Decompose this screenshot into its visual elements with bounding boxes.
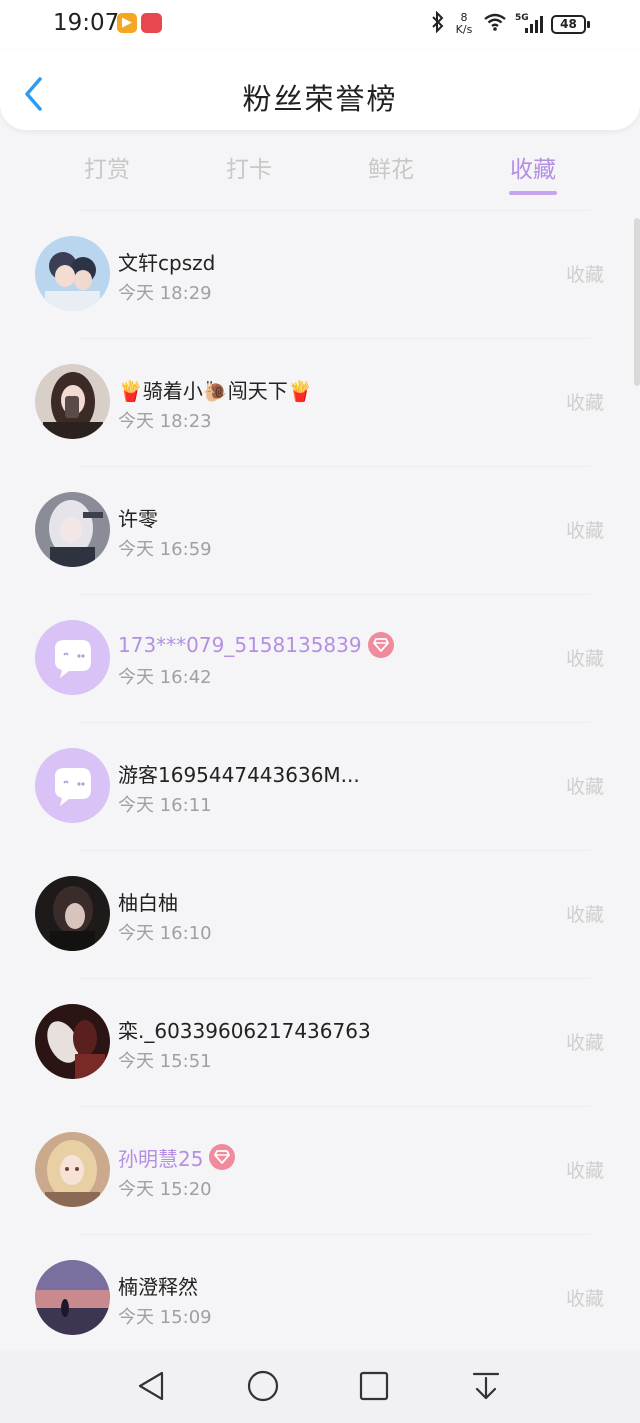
tab-checkin[interactable]: 打卡	[178, 150, 320, 184]
fan-name-line: 许零	[118, 503, 158, 531]
fan-name-line: 楠澄释然	[118, 1271, 198, 1299]
fan-time: 今天 15:51	[118, 1051, 212, 1072]
fan-name-line: 173***079_5158135839	[118, 631, 394, 659]
network-speed: 8 K/s	[453, 12, 475, 36]
status-bar: 19:07 ▶ 8 K/s 5G 48	[0, 0, 640, 50]
fan-name: 🍟骑着小🐌闯天下🍟	[118, 378, 313, 403]
status-time: 19:07	[53, 10, 120, 36]
fan-time: 今天 16:42	[118, 667, 212, 688]
fan-name: 许零	[118, 506, 158, 531]
vip-diamond-icon	[209, 1144, 236, 1170]
fan-name: 文轩cpszd	[118, 250, 216, 275]
fan-name-line: 🍟骑着小🐌闯天下🍟	[118, 375, 313, 403]
tab-favorites[interactable]: 收藏	[462, 150, 604, 184]
avatar[interactable]	[35, 748, 110, 823]
battery-level: 48	[560, 16, 577, 31]
notification-app-icon	[141, 13, 162, 33]
favorite-action[interactable]: 收藏	[566, 1156, 604, 1183]
nav-back-icon[interactable]	[130, 1364, 174, 1408]
avatar[interactable]	[35, 492, 110, 567]
fan-time: 今天 15:09	[118, 1307, 212, 1328]
list-item[interactable]: 游客1695447443636M... 今天 16:11 收藏	[0, 722, 640, 850]
fan-time: 今天 16:10	[118, 923, 212, 944]
scrollbar[interactable]	[634, 218, 640, 386]
favorite-action[interactable]: 收藏	[566, 1028, 604, 1055]
fan-name: 游客1695447443636M...	[118, 762, 360, 787]
list-item[interactable]: 173***079_5158135839 今天 16:42 收藏	[0, 594, 640, 722]
fan-name-line: 游客1695447443636M...	[118, 759, 360, 787]
avatar[interactable]	[35, 876, 110, 951]
favorite-action[interactable]: 收藏	[566, 388, 604, 415]
top-bar: 粉丝荣誉榜	[0, 50, 640, 130]
status-icons: 8 K/s 5G 48	[431, 10, 590, 38]
list-item[interactable]: 栾._60339606217436763 今天 15:51 收藏	[0, 978, 640, 1106]
fan-name: 173***079_5158135839	[118, 633, 362, 657]
list-item[interactable]: 🍟骑着小🐌闯天下🍟 今天 18:23 收藏	[0, 338, 640, 466]
fan-time: 今天 18:23	[118, 411, 212, 432]
fan-time: 今天 16:11	[118, 795, 212, 816]
fan-name: 柚白柚	[118, 890, 178, 915]
fan-name: 栾._60339606217436763	[118, 1018, 371, 1043]
fan-name-line: 栾._60339606217436763	[118, 1015, 371, 1043]
category-tabs: 打赏 打卡 鲜花 收藏	[36, 142, 640, 202]
fan-name: 孙明慧25	[118, 1146, 204, 1171]
fan-list: 文轩cpszd 今天 18:29 收藏 🍟骑着小🐌闯天下🍟 今天 18:23 收…	[0, 210, 640, 1350]
fan-time: 今天 18:29	[118, 283, 212, 304]
avatar[interactable]	[35, 620, 110, 695]
avatar[interactable]	[35, 1004, 110, 1079]
system-navigation-bar	[0, 1350, 640, 1423]
battery-icon: 48	[551, 14, 590, 34]
tab-reward[interactable]: 打赏	[36, 150, 178, 184]
favorite-action[interactable]: 收藏	[566, 900, 604, 927]
list-item[interactable]: 文轩cpszd 今天 18:29 收藏	[0, 210, 640, 338]
avatar[interactable]	[35, 364, 110, 439]
favorite-action[interactable]: 收藏	[566, 1284, 604, 1311]
fan-time: 今天 15:20	[118, 1179, 212, 1200]
active-tab-indicator	[509, 191, 557, 195]
favorite-action[interactable]: 收藏	[566, 516, 604, 543]
avatar[interactable]	[35, 1260, 110, 1335]
wifi-icon	[483, 12, 507, 36]
fan-name-line: 柚白柚	[118, 887, 178, 915]
signal-icon: 5G	[515, 13, 543, 35]
list-item[interactable]: 孙明慧25 今天 15:20 收藏	[0, 1106, 640, 1234]
nav-dropdown-icon[interactable]	[464, 1364, 508, 1408]
speed-unit: K/s	[455, 23, 473, 36]
video-app-icon: ▶	[117, 13, 137, 33]
list-item[interactable]: 许零 今天 16:59 收藏	[0, 466, 640, 594]
vip-diamond-icon	[367, 632, 394, 658]
tab-flowers[interactable]: 鲜花	[320, 150, 462, 184]
nav-home-icon[interactable]	[241, 1364, 285, 1408]
favorite-action[interactable]: 收藏	[566, 260, 604, 287]
nav-recents-icon[interactable]	[352, 1364, 396, 1408]
fan-time: 今天 16:59	[118, 539, 212, 560]
favorite-action[interactable]: 收藏	[566, 644, 604, 671]
avatar[interactable]	[35, 236, 110, 311]
page-title: 粉丝荣誉榜	[242, 82, 398, 116]
list-item[interactable]: 柚白柚 今天 16:10 收藏	[0, 850, 640, 978]
fan-name: 楠澄释然	[118, 1274, 198, 1299]
fan-name-line: 文轩cpszd	[118, 247, 215, 275]
favorite-action[interactable]: 收藏	[566, 772, 604, 799]
fan-name-line: 孙明慧25	[118, 1143, 236, 1171]
list-item[interactable]: 楠澄释然 今天 15:09 收藏	[0, 1234, 640, 1350]
bluetooth-icon	[431, 10, 445, 38]
avatar[interactable]	[35, 1132, 110, 1207]
